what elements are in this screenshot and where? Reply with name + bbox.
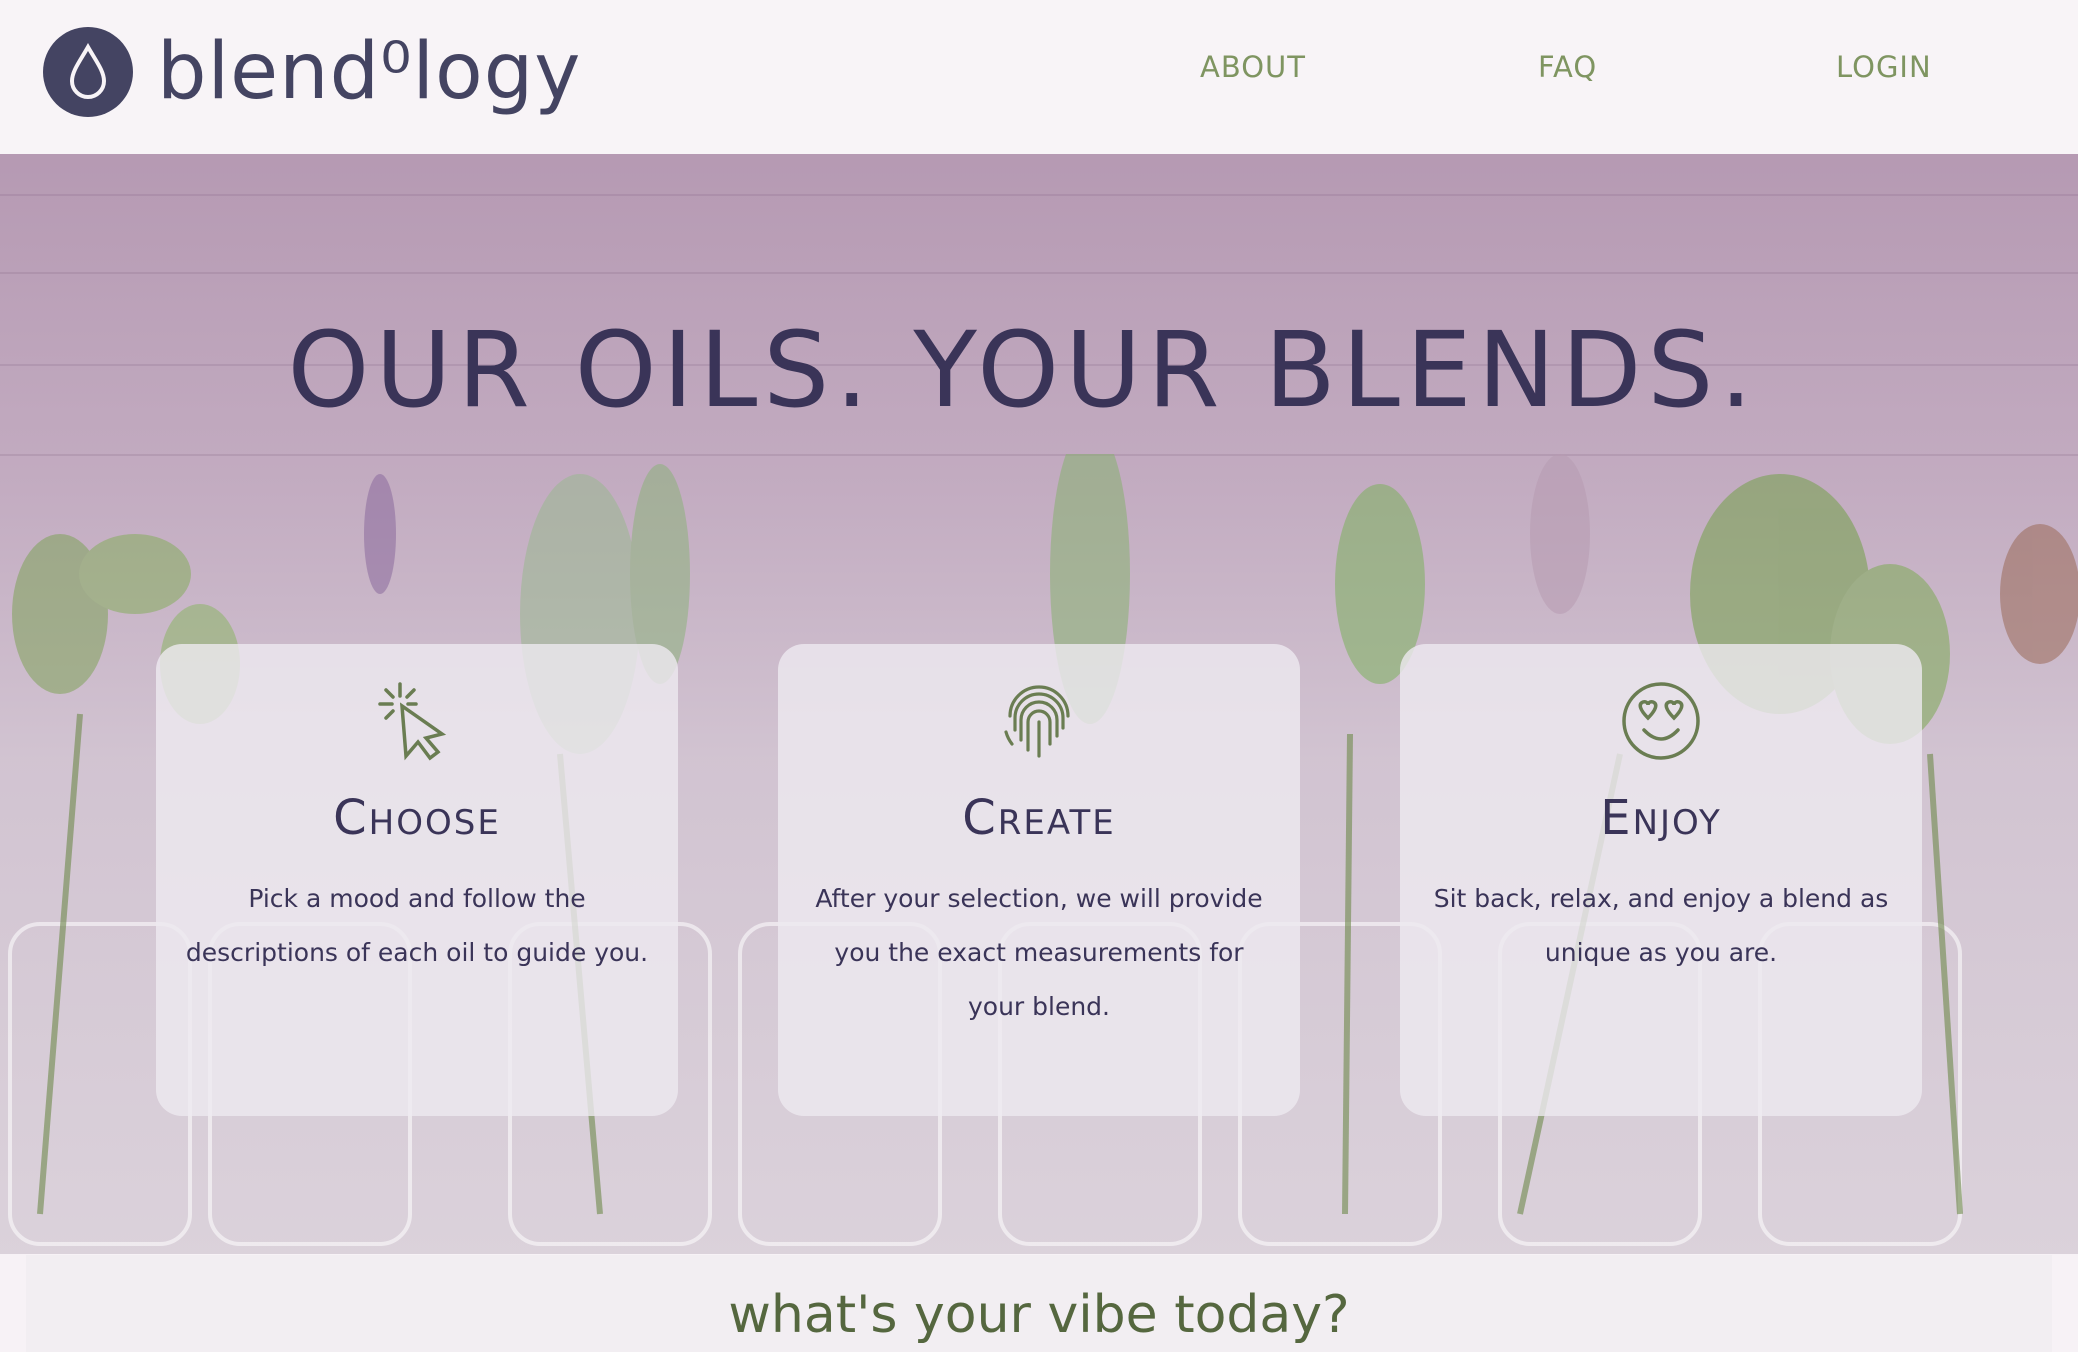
heart-eyes-smiley-icon — [1400, 680, 1922, 762]
fingerprint-icon — [778, 680, 1300, 762]
logo[interactable]: blend⁰logy — [43, 27, 581, 117]
card-description: Pick a mood and follow the descriptions … — [185, 884, 649, 967]
vibe-prompt: what's your vibe today? — [728, 1285, 1350, 1345]
hero-headline: OUR OILS. YOUR BLENDS. — [287, 309, 1759, 431]
card-description: Sit back, relax, and enjoy a blend as un… — [1433, 884, 1889, 967]
card-title: Choose — [333, 790, 501, 846]
wood-plank-line — [0, 272, 2078, 274]
card-description: After your selection, we will provide yo… — [815, 884, 1263, 1021]
wood-plank-line — [0, 194, 2078, 196]
card-title: Create — [962, 790, 1116, 846]
vibe-section: what's your vibe today? — [26, 1255, 2052, 1352]
nav-faq-link[interactable]: FAQ — [1538, 50, 1597, 84]
cursor-click-icon — [156, 680, 678, 762]
nav-login-link[interactable]: LOGIN — [1836, 50, 1932, 84]
droplet-icon — [43, 27, 133, 117]
hero-section: OUR OILS. YOUR BLENDS. Choose Pick a moo… — [0, 154, 2078, 1254]
step-card-create: Create After your selection, we will pro… — [778, 644, 1300, 1116]
step-card-enjoy: Enjoy Sit back, relax, and enjoy a blend… — [1400, 644, 1922, 1116]
card-title: Enjoy — [1600, 790, 1722, 846]
step-card-choose: Choose Pick a mood and follow the descri… — [156, 644, 678, 1116]
logo-wordmark: blend⁰logy — [157, 27, 582, 117]
site-header: blend⁰logy ABOUT FAQ LOGIN — [0, 0, 2078, 154]
nav-about-link[interactable]: ABOUT — [1200, 50, 1306, 84]
